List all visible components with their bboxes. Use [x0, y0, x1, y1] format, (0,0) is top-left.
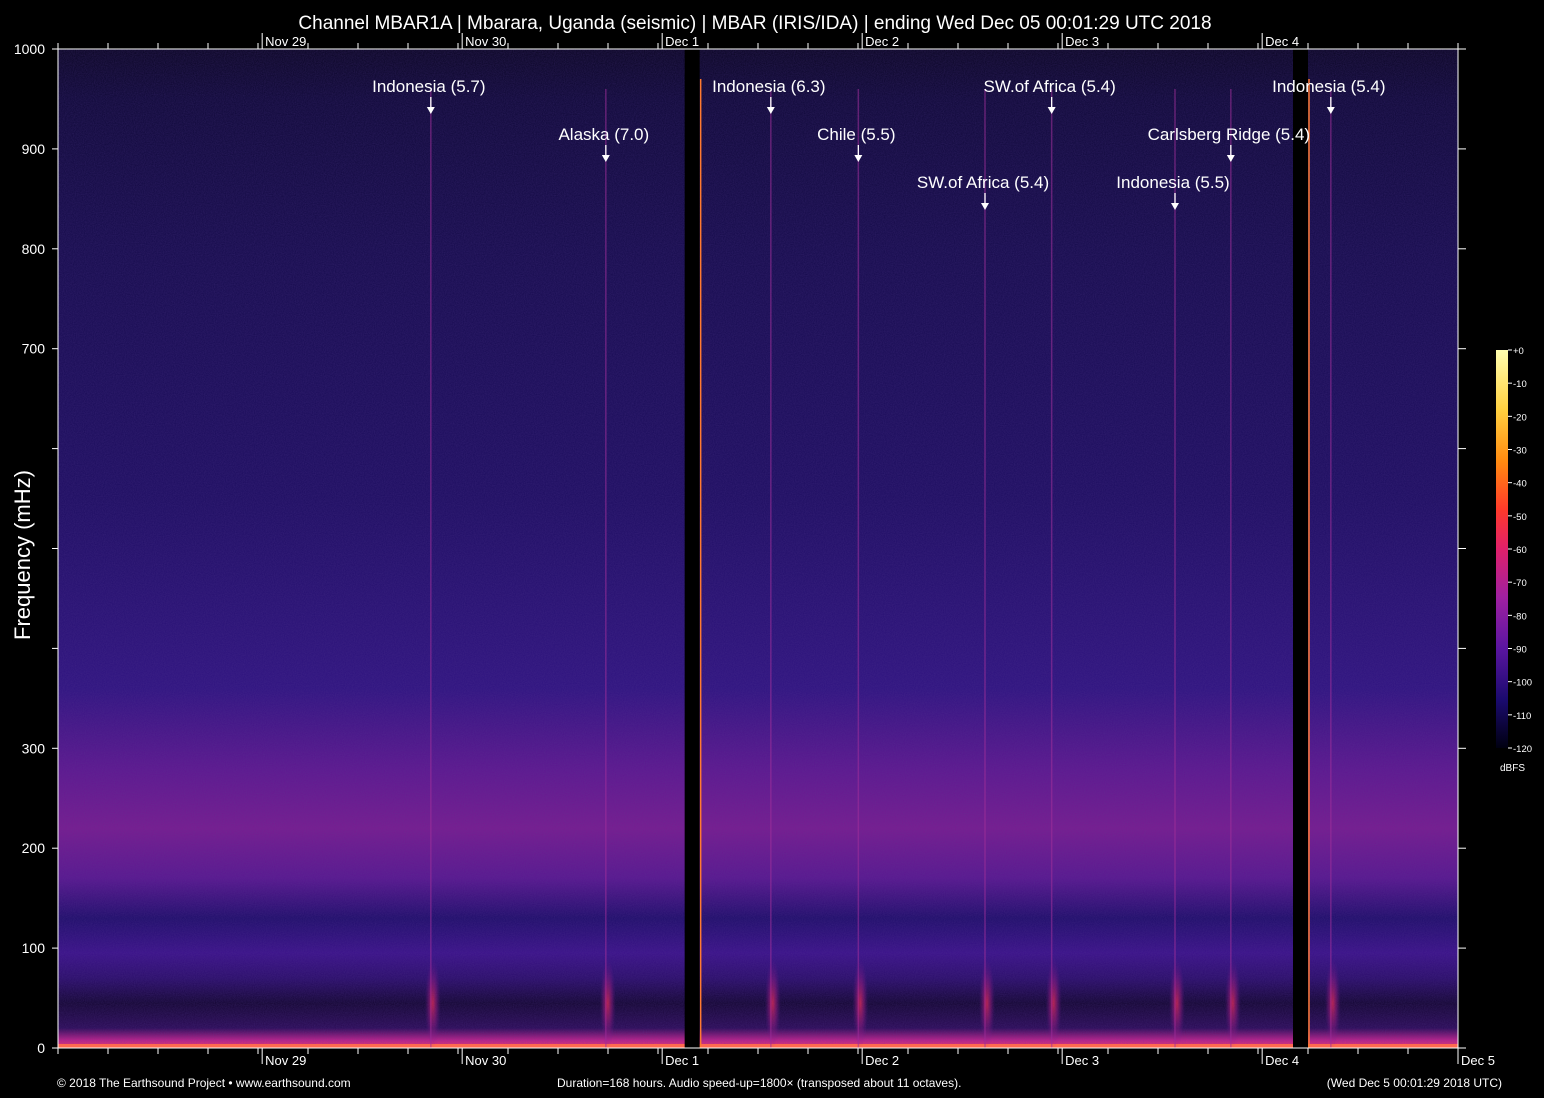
colorbar-unit: dBFS	[1500, 763, 1525, 774]
y-tick-label: 700	[22, 341, 46, 357]
event-label: Indonesia (5.4)	[1272, 77, 1385, 96]
x-tick-label-top: Dec 3	[1065, 34, 1099, 49]
colorbar-tick-label: -120	[1513, 744, 1532, 755]
x-tick-label: Dec 3	[1065, 1053, 1099, 1068]
colorbar-ticks: +0 -10 -20 -30 -40 -50 -60 -70 -80 -90 -100 -110 -12…	[1508, 346, 1532, 755]
event-label: Carlsberg Ridge (5.4)	[1148, 125, 1311, 144]
y-tick-label: 800	[22, 241, 46, 257]
colorbar-tick-label: -70	[1513, 578, 1527, 589]
footer-copyright: © 2018 The Earthsound Project • www.eart…	[57, 1076, 351, 1090]
spectrogram-plot-area	[58, 49, 1458, 1048]
x-tick-label-top: Nov 30	[465, 34, 506, 49]
data-gap	[684, 49, 700, 1048]
colorbar-tick-label: -20	[1513, 412, 1527, 423]
colorbar-tick-label: -110	[1513, 711, 1531, 722]
x-tick-label: Dec 4	[1265, 1053, 1299, 1068]
spectrogram-chart: Channel MBAR1A | Mbarara, Uganda (seismi…	[10, 13, 1532, 1090]
y-axis-label: Frequency (mHz)	[10, 470, 35, 640]
event-energy	[424, 958, 441, 1049]
colorbar-tick-label: -100	[1513, 678, 1532, 689]
x-tick-label: Dec 2	[865, 1053, 899, 1068]
data-gap	[1293, 49, 1308, 1048]
colorbar-tick-label: -10	[1513, 379, 1527, 390]
x-tick-label-top: Dec 1	[665, 34, 699, 49]
x-tick-label-top: Nov 29	[265, 34, 306, 49]
x-tick-label: Dec 1	[665, 1053, 699, 1068]
x-tick-label-top: Dec 2	[865, 34, 899, 49]
y-tick-label: 900	[22, 141, 46, 157]
colorbar-tick-label: -80	[1513, 611, 1527, 622]
chart-title: Channel MBAR1A | Mbarara, Uganda (seismi…	[298, 13, 1211, 34]
y-tick-label: 1000	[14, 41, 45, 57]
event-energy	[852, 958, 869, 1049]
y-tick-label: 100	[22, 940, 46, 956]
x-tick-label: Nov 30	[465, 1053, 506, 1068]
y-tick-label: 0	[37, 1040, 45, 1056]
colorbar: +0 -10 -20 -30 -40 -50 -60 -70 -80 -90 -100 -110 -12…	[1496, 346, 1532, 774]
y-tick-label: 200	[22, 840, 46, 856]
event-energy	[1224, 958, 1241, 1049]
colorbar-gradient	[1496, 350, 1508, 748]
x-tick-label: Dec 5	[1461, 1053, 1495, 1068]
colorbar-tick-label: +0	[1513, 346, 1524, 357]
footer-end-time: (Wed Dec 5 00:01:29 2018 UTC)	[1327, 1076, 1502, 1090]
y-tick-label: 300	[22, 740, 46, 756]
event-energy	[764, 958, 781, 1049]
colorbar-tick-label: -50	[1513, 512, 1527, 523]
colorbar-tick-label: -90	[1513, 645, 1527, 656]
colorbar-tick-label: -40	[1513, 479, 1527, 490]
event-label: Alaska (7.0)	[558, 125, 649, 144]
event-label: Indonesia (5.7)	[372, 77, 485, 96]
event-label: Indonesia (6.3)	[712, 77, 825, 96]
event-energy	[1169, 958, 1185, 1049]
event-label: Chile (5.5)	[817, 125, 895, 144]
event-label: SW.of Africa (5.4)	[917, 173, 1049, 192]
colorbar-tick-label: -30	[1513, 446, 1527, 457]
event-label: SW.of Africa (5.4)	[984, 77, 1116, 96]
event-label: Indonesia (5.5)	[1116, 173, 1229, 192]
event-energy	[979, 958, 995, 1049]
x-tick-label-top: Dec 4	[1265, 34, 1299, 49]
footer-duration: Duration=168 hours. Audio speed-up=1800×…	[557, 1076, 961, 1090]
event-energy	[1045, 958, 1062, 1049]
event-energy	[599, 958, 616, 1049]
colorbar-tick-label: -60	[1513, 545, 1527, 556]
event-energy	[1324, 958, 1341, 1049]
x-tick-label: Nov 29	[265, 1053, 306, 1068]
